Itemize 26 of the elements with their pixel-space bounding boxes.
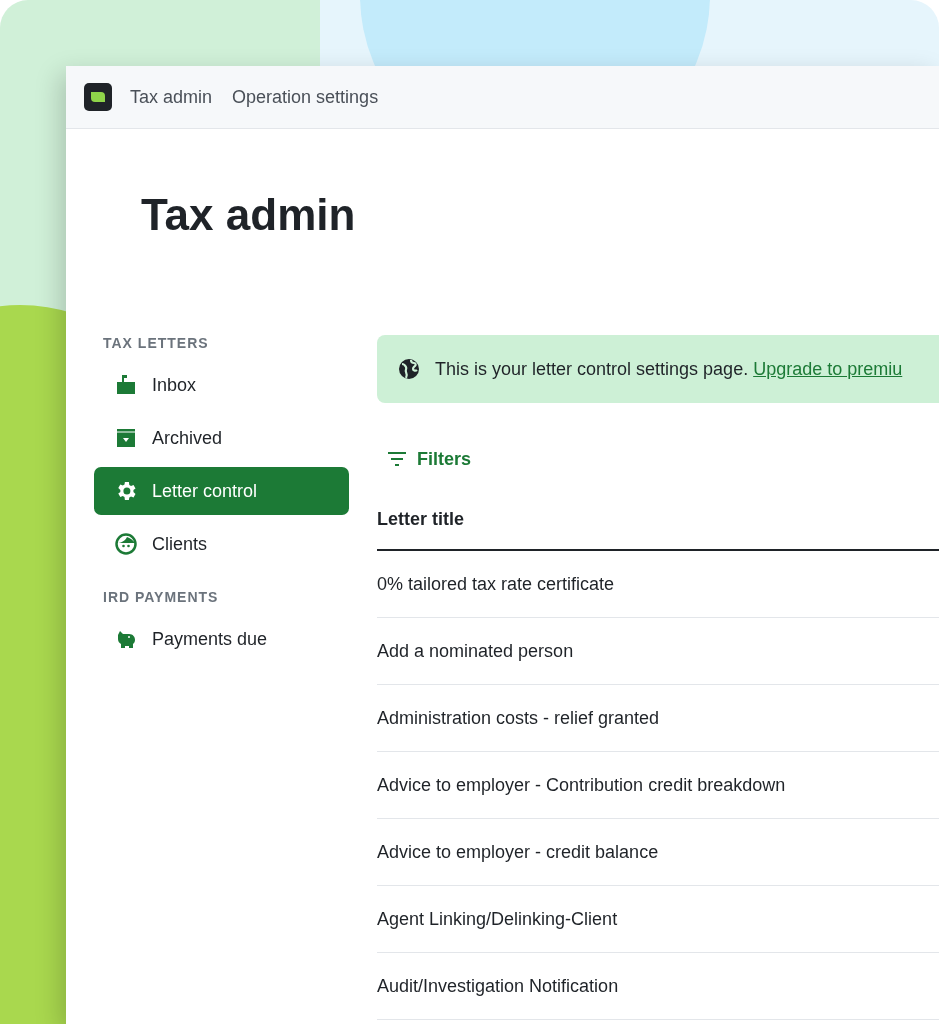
sidebar-item[interactable]: Payments due xyxy=(94,615,349,663)
sidebar-item[interactable]: Clients xyxy=(94,520,349,568)
logo-icon xyxy=(84,83,112,111)
filters-button[interactable]: Filters xyxy=(377,443,480,475)
face-icon xyxy=(114,532,138,556)
globe-icon xyxy=(397,357,421,381)
upgrade-link[interactable]: Upgrade to premiu xyxy=(753,358,903,380)
table-cell: Add a nominated person xyxy=(377,640,574,662)
sidebar-item[interactable]: Inbox xyxy=(94,361,349,409)
breadcrumb-link[interactable]: Operation settings xyxy=(232,86,379,108)
banner-text: This is your letter control settings page. xyxy=(435,358,749,380)
column-header: Letter title xyxy=(377,509,464,529)
mailbox-icon xyxy=(114,373,138,397)
sidebar-item[interactable]: Archived xyxy=(94,414,349,462)
section-heading: IRD PAYMENTS xyxy=(102,589,220,605)
section-heading: TAX LETTERS xyxy=(102,335,210,351)
breadcrumb-link[interactable]: Tax admin xyxy=(130,86,213,108)
table-cell: Audit/Investigation Notification xyxy=(377,975,619,997)
table-cell: Advice to employer - credit balance xyxy=(377,841,659,863)
sidebar-item[interactable]: Letter control xyxy=(94,467,349,515)
archive-icon xyxy=(114,426,138,450)
table-cell: Advice to employer - Contribution credit breakdown xyxy=(377,774,786,796)
page-title: Tax admin xyxy=(141,189,357,241)
table-cell: Agent Linking/Delinking-Client xyxy=(377,908,618,930)
table-cell: 0% tailored tax rate certificate xyxy=(377,573,615,595)
table-cell: Administration costs - relief granted xyxy=(377,707,660,729)
